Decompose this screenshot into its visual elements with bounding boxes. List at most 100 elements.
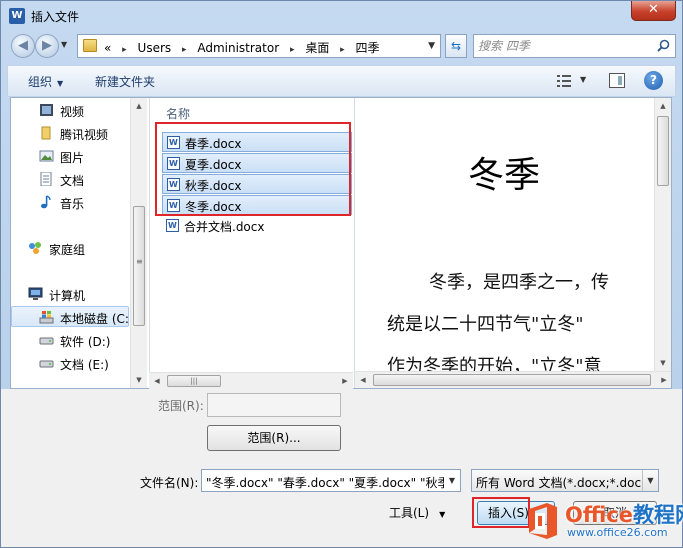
nav-item-label: 计算机 — [49, 289, 86, 303]
nav-item-label: 视频 — [60, 105, 85, 119]
chevron-down-icon[interactable]: ▼ — [642, 470, 658, 491]
file-row-autumn[interactable]: 秋季.docx — [162, 174, 352, 194]
tools-button[interactable]: 工具(L) ▼ — [389, 504, 445, 521]
file-name: 春季.docx — [185, 137, 242, 151]
filename-value: "冬季.docx" "春季.docx" "夏季.docx" "秋季 — [206, 476, 450, 490]
navigation-bar: ◀ ▶ ▼ « ▸ Users ▸ Administrator ▸ 桌面 ▸ 四… — [7, 31, 676, 61]
nav-item-music[interactable]: 音乐 — [11, 192, 129, 213]
view-options-icon[interactable] — [557, 75, 571, 87]
scroll-left-icon[interactable]: ◀ — [355, 372, 371, 388]
breadcrumb-administrator[interactable]: Administrator — [197, 41, 279, 55]
file-list-pane: 名称 春季.docx 夏季.docx 秋季.docx 冬季.docx 合并文档.… — [149, 98, 353, 388]
scroll-right-icon[interactable]: ▶ — [656, 372, 671, 388]
file-row-winter[interactable]: 冬季.docx — [162, 195, 352, 215]
breadcrumb: « ▸ Users ▸ Administrator ▸ 桌面 ▸ 四季 — [104, 39, 380, 56]
nav-item-label: 软件 (D:) — [60, 335, 111, 349]
nav-item-local-disk-c[interactable]: 本地磁盘 (C:) — [11, 306, 134, 327]
watermark-brand: Office教程网 — [565, 499, 683, 529]
file-list-horizontal-scrollbar[interactable]: ◀ ||| ▶ — [149, 372, 353, 389]
view-dropdown-icon[interactable]: ▼ — [580, 75, 586, 84]
title-bar[interactable]: W 插入文件 ✕ — [1, 1, 682, 31]
file-name: 秋季.docx — [185, 179, 242, 193]
scroll-up-icon[interactable]: ▲ — [655, 98, 671, 114]
chevron-down-icon[interactable]: ▼ — [444, 470, 460, 491]
range-button[interactable]: 范围(R)... — [207, 425, 341, 451]
watermark-url: www.office26.com — [567, 526, 668, 539]
preview-pane: 冬季 冬季，是四季之一，传 统是以二十四节气"立冬" 作为冬季的开始，"立冬"意… — [354, 98, 671, 388]
breadcrumb-users[interactable]: Users — [138, 41, 172, 55]
refresh-button[interactable]: ⇆ — [445, 34, 467, 58]
file-type-value: 所有 Word 文档(*.docx;*.doc — [476, 476, 642, 490]
breadcrumb-desktop[interactable]: 桌面 — [305, 41, 329, 55]
file-name: 夏季.docx — [185, 158, 242, 172]
nav-item-tencent-video[interactable]: 腾讯视频 — [11, 123, 129, 144]
nav-item-label: 本地磁盘 (C:) — [60, 312, 134, 326]
preview-text-line: 统是以二十四节气"立冬" — [387, 314, 584, 335]
help-icon[interactable]: ? — [644, 71, 663, 90]
homegroup-icon — [29, 242, 41, 254]
breadcrumb-four-seasons[interactable]: 四季 — [356, 41, 380, 55]
nav-item-label: 文档 — [60, 174, 85, 188]
preview-text-line: 冬季，是四季之一，传 — [429, 272, 609, 293]
preview-vertical-scrollbar[interactable]: ▲ ▼ — [654, 98, 671, 371]
close-button[interactable]: ✕ — [631, 1, 676, 21]
breadcrumb-separator[interactable]: ▸ — [122, 45, 127, 55]
file-name: 合并文档.docx — [184, 220, 265, 234]
back-button[interactable]: ◀ — [11, 34, 35, 58]
search-input[interactable] — [478, 38, 653, 54]
preview-horizontal-scrollbar[interactable]: ◀ ▶ — [355, 371, 671, 388]
office-logo-icon — [529, 503, 557, 539]
navigation-pane: 视频 腾讯视频 图片 文档 音乐 家庭组 计算机 本地磁盘 (C:) 软件 (D… — [11, 98, 147, 388]
preview-title: 冬季 — [467, 155, 540, 196]
nav-item-computer[interactable]: 计算机 — [11, 284, 129, 305]
nav-item-homegroup[interactable]: 家庭组 — [11, 238, 129, 259]
filename-field[interactable]: "冬季.docx" "春季.docx" "夏季.docx" "秋季 ▼ — [201, 469, 461, 492]
scrollbar-thumb[interactable]: ||| — [167, 375, 221, 387]
nav-item-pictures[interactable]: 图片 — [11, 146, 129, 167]
breadcrumb-separator[interactable]: ▸ — [182, 45, 187, 55]
command-toolbar: 组织 ▼ 新建文件夹 ▼ ? — [7, 65, 676, 97]
nav-item-label: 家庭组 — [49, 243, 86, 257]
address-bar[interactable]: « ▸ Users ▸ Administrator ▸ 桌面 ▸ 四季 ▼ — [77, 34, 441, 58]
breadcrumb-separator[interactable]: ▸ — [340, 45, 345, 55]
nav-item-videos[interactable]: 视频 — [11, 100, 129, 121]
scrollbar-thumb[interactable] — [657, 116, 669, 186]
word-document-icon — [167, 157, 180, 170]
navigation-scrollbar[interactable]: ▲ ▼ — [130, 98, 147, 388]
search-icon[interactable] — [657, 39, 670, 52]
file-type-select[interactable]: 所有 Word 文档(*.docx;*.doc ▼ — [471, 469, 659, 492]
forward-button[interactable]: ▶ — [35, 34, 59, 58]
file-row-merged[interactable]: 合并文档.docx — [162, 216, 352, 236]
column-header-name[interactable]: 名称 — [166, 105, 190, 122]
browser-area: 视频 腾讯视频 图片 文档 音乐 家庭组 计算机 本地磁盘 (C:) 软件 (D… — [10, 97, 672, 389]
recent-locations-dropdown[interactable]: ▼ — [61, 40, 67, 49]
new-folder-button[interactable]: 新建文件夹 — [95, 73, 155, 90]
search-box[interactable] — [473, 34, 676, 58]
watermark: Office教程网 www.office26.com — [519, 497, 683, 545]
file-name: 冬季.docx — [185, 200, 242, 214]
music-icon — [41, 195, 51, 209]
address-dropdown-icon[interactable]: ▼ — [428, 41, 435, 51]
scroll-left-icon[interactable]: ◀ — [149, 373, 165, 389]
folder-icon — [83, 39, 97, 52]
tools-label: 工具(L) — [389, 506, 430, 520]
scroll-down-icon[interactable]: ▼ — [655, 355, 671, 371]
range-input[interactable] — [207, 393, 341, 417]
scroll-up-icon[interactable]: ▲ — [131, 98, 147, 114]
breadcrumb-separator[interactable]: ▸ — [290, 45, 295, 55]
scroll-down-icon[interactable]: ▼ — [131, 372, 147, 388]
scrollbar-thumb[interactable] — [373, 374, 651, 386]
scroll-right-icon[interactable]: ▶ — [337, 373, 353, 389]
file-row-summer[interactable]: 夏季.docx — [162, 153, 352, 173]
organize-button[interactable]: 组织 ▼ — [28, 73, 63, 90]
nav-item-drive-d[interactable]: 软件 (D:) — [11, 330, 129, 351]
breadcrumb-overflow[interactable]: « — [104, 41, 111, 55]
chevron-down-icon: ▼ — [439, 510, 446, 519]
preview-pane-toggle-icon[interactable] — [609, 73, 625, 88]
insert-file-dialog: W 插入文件 ✕ ◀ ▶ ▼ « ▸ Users ▸ Administrator… — [0, 0, 683, 548]
nav-item-documents[interactable]: 文档 — [11, 169, 129, 190]
nav-item-label: 图片 — [60, 151, 85, 165]
file-row-spring[interactable]: 春季.docx — [162, 132, 352, 152]
nav-item-drive-e[interactable]: 文档 (E:) — [11, 353, 129, 374]
scrollbar-thumb[interactable] — [133, 206, 145, 326]
